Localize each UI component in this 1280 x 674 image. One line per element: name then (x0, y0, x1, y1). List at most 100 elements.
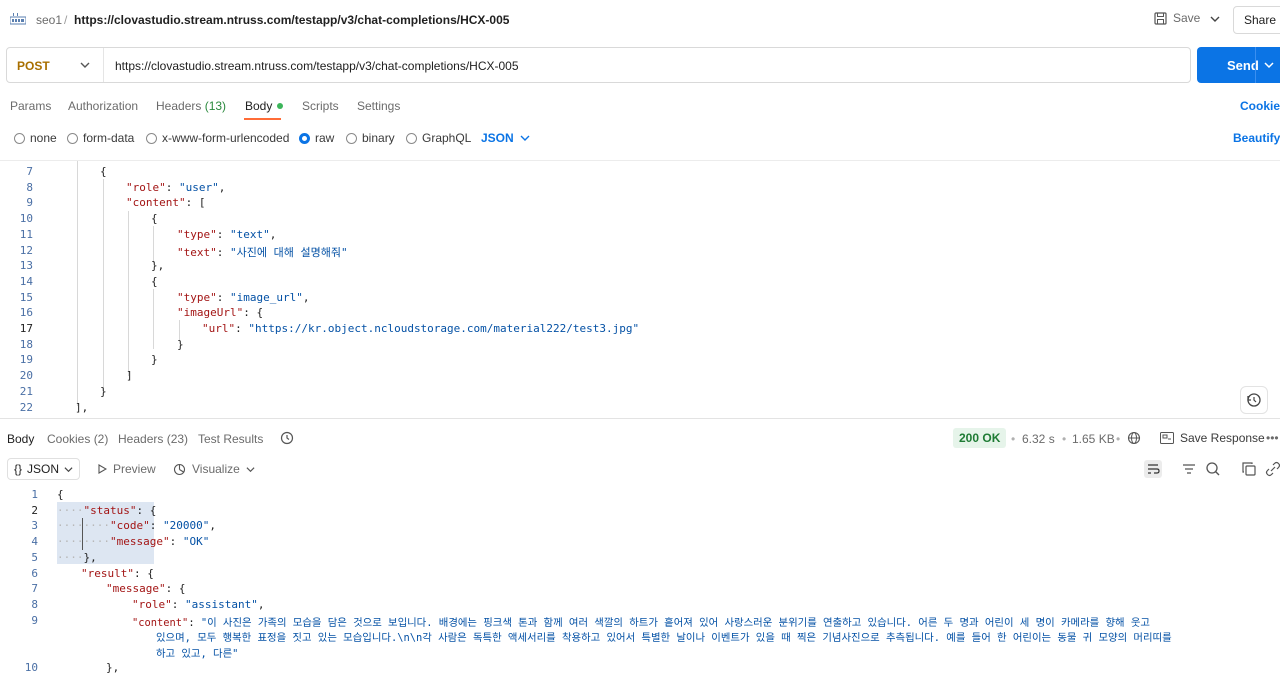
line-number: 9 (26, 196, 33, 210)
code-line: 8 "role": "user", (0, 181, 1280, 197)
line-number: 14 (19, 274, 33, 288)
code-text: { (151, 274, 158, 288)
save-options-chevron-down-icon[interactable] (1208, 10, 1222, 28)
network-globe-icon[interactable] (1127, 431, 1141, 445)
wrap-lines-icon[interactable] (1144, 460, 1162, 478)
line-number: 8 (31, 597, 38, 611)
code-text: : (216, 227, 230, 241)
code-line: 15 "type": "image_url", (0, 291, 1280, 307)
radio-urlencoded[interactable]: x-www-form-urlencoded (146, 131, 289, 145)
link-icon[interactable] (1264, 460, 1280, 478)
radio-binary-label: binary (362, 131, 395, 145)
language-select[interactable]: JSON (481, 131, 530, 145)
code-line: 1{ (0, 488, 1280, 504)
tab-params[interactable]: Params (10, 99, 51, 113)
share-button[interactable]: Share (1233, 6, 1280, 34)
save-response-button[interactable]: Save Response (1160, 431, 1265, 445)
radio-none[interactable]: none (14, 131, 57, 145)
preview-button[interactable]: Preview (98, 462, 156, 476)
json-key: "type" (177, 227, 217, 241)
send-button[interactable]: Send (1197, 47, 1280, 83)
filter-icon[interactable] (1180, 460, 1198, 478)
json-key: "url" (202, 322, 236, 335)
res-tab-test-results[interactable]: Test Results (198, 432, 263, 446)
code-text: ], (75, 400, 89, 414)
request-title[interactable]: https://clovastudio.stream.ntruss.com/te… (74, 13, 509, 27)
line-number: 7 (31, 582, 38, 596)
beautify-button[interactable]: Beautify (1233, 131, 1280, 145)
headers-count: (13) (204, 99, 227, 113)
copy-icon[interactable] (1240, 460, 1258, 478)
whitespace-dots: ········ (57, 519, 110, 533)
code-line: 12 "text": "사진에 대해 설명해줘" (0, 244, 1280, 260)
tab-authorization[interactable]: Authorization (68, 99, 138, 113)
radio-graphql[interactable]: GraphQL (406, 131, 471, 145)
line-number: 10 (19, 212, 33, 226)
code-line: 10}, (0, 661, 1280, 674)
send-options-chevron-down-icon[interactable] (1263, 59, 1275, 71)
radio-binary[interactable]: binary (346, 131, 395, 145)
code-line: 7{ (0, 165, 1280, 181)
radio-form-data[interactable]: form-data (67, 131, 134, 145)
save-button[interactable]: Save (1154, 11, 1200, 25)
search-icon[interactable] (1204, 460, 1222, 478)
history-icon[interactable] (280, 431, 294, 445)
json-key: "result" (81, 566, 134, 580)
code-line: 6 "result": { (0, 567, 1280, 583)
response-view-bar: {} JSON Preview Visualize (0, 458, 1280, 480)
line-number: 11 (19, 227, 33, 241)
radio-circle (14, 132, 25, 144)
json-key: "content" (126, 196, 186, 210)
code-text: : (216, 245, 230, 259)
code-line: 하고 있고, 다른" (0, 645, 1280, 661)
tab-body-label: Body (245, 99, 273, 113)
visualize-button[interactable]: Visualize (173, 462, 255, 476)
radio-circle-checked (299, 132, 310, 144)
res-tab-body[interactable]: Body (7, 432, 34, 446)
json-key: "content" (132, 616, 189, 629)
reset-layout-button[interactable] (1240, 386, 1268, 414)
res-tab-cookies[interactable]: Cookies (2) (47, 432, 108, 446)
status-badge[interactable]: 200 OK (953, 428, 1007, 448)
pane-divider[interactable] (0, 418, 1280, 419)
code-text: : (188, 616, 201, 629)
tab-headers[interactable]: Headers (13) (156, 99, 226, 113)
code-line: 9 "content": "이 사진은 가족의 모습을 담은 것으로 보입니다. … (0, 614, 1280, 630)
radio-raw[interactable]: raw (299, 131, 334, 145)
response-body-viewer[interactable]: 1{ 2 ····"status": { 3 ········"code": "20… (0, 488, 1280, 674)
url-input[interactable]: https://clovastudio.stream.ntruss.com/te… (115, 59, 519, 73)
code-line: 22], (0, 401, 1280, 417)
json-string: "https://kr.object.ncloudstorage.com/mat… (248, 322, 640, 335)
whitespace-dots: ···· (57, 550, 84, 564)
tab-settings[interactable]: Settings (357, 99, 400, 113)
more-options-icon[interactable]: ••• (1266, 431, 1279, 445)
code-line: 21} (0, 385, 1280, 401)
response-format-select[interactable]: {} JSON (7, 458, 81, 480)
code-text: : (169, 535, 183, 549)
code-line: 8 "role": "assistant", (0, 598, 1280, 614)
code-text: ] (126, 369, 133, 383)
cookies-link[interactable]: Cookies (1240, 99, 1280, 113)
radio-none-label: none (30, 131, 57, 145)
line-number: 3 (31, 519, 38, 533)
json-string: "assistant" (185, 597, 258, 611)
radio-circle (346, 132, 357, 144)
response-time[interactable]: 6.32 s (1022, 432, 1055, 446)
tab-scripts[interactable]: Scripts (302, 99, 339, 113)
radio-circle (406, 132, 417, 144)
request-body-editor[interactable]: 7{ 8 "role": "user", 9 "content": [ 10{ 11… (0, 160, 1280, 417)
save-response-label: Save Response (1180, 431, 1265, 445)
code-line: 10 { (0, 212, 1280, 228)
code-text: : (149, 519, 163, 533)
breadcrumb-collection[interactable]: seo1 (36, 13, 62, 27)
response-format-label: JSON (27, 462, 60, 476)
tab-body[interactable]: Body (245, 99, 284, 113)
response-size[interactable]: 1.65 KB (1072, 432, 1115, 446)
code-text: { (100, 165, 107, 178)
method-select[interactable]: POST (7, 48, 104, 82)
code-text: { (151, 212, 158, 226)
json-key: "role" (126, 180, 166, 194)
line-number: 16 (19, 306, 33, 320)
line-number: 13 (19, 259, 33, 273)
res-tab-headers[interactable]: Headers (23) (118, 432, 188, 446)
